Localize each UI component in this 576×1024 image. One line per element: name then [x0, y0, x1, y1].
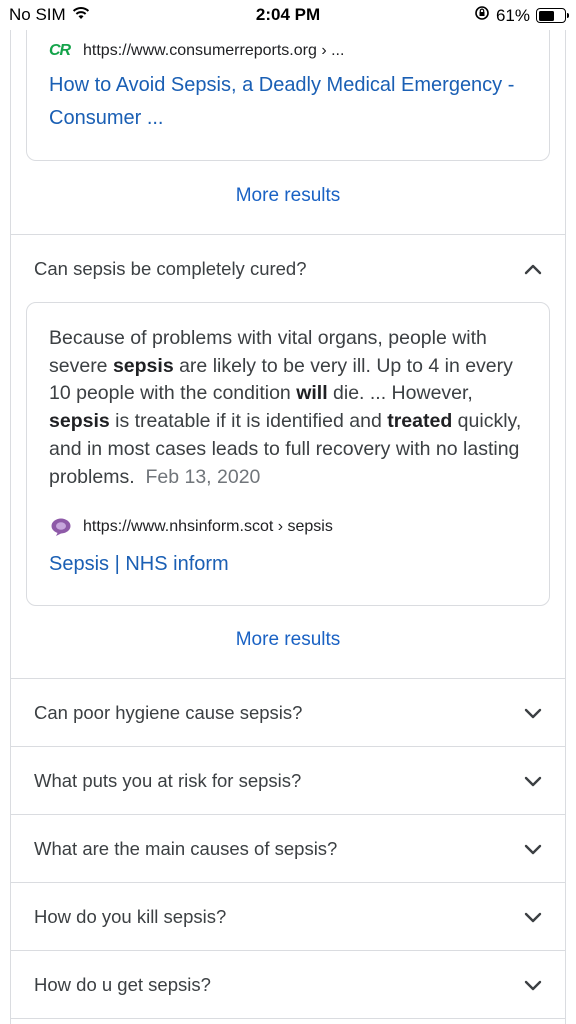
question-can-sepsis-be-cured[interactable]: Can sepsis be completely cured? — [11, 235, 565, 303]
answer-snippet: Because of problems with vital organs, p… — [49, 325, 529, 491]
chevron-up-icon[interactable] — [523, 259, 543, 279]
result-card-consumer-reports: CR https://www.consumerreports.org › ...… — [26, 8, 550, 161]
result-link-title[interactable]: How to Avoid Sepsis, a Deadly Medical Em… — [49, 69, 529, 135]
chevron-down-icon[interactable] — [523, 975, 543, 995]
answer-text: is treatable if it is identified and — [109, 410, 388, 433]
result-title-line-2: Consumer ... — [49, 107, 164, 129]
answer-bold-text: treated — [387, 410, 453, 433]
source-row: https://www.nhsinform.scot › sepsis — [49, 517, 333, 537]
status-right: 61% — [474, 5, 569, 26]
chevron-down-icon[interactable] — [523, 907, 543, 927]
question-text: How do u get sepsis? — [34, 974, 211, 995]
nhs-inform-logo-icon — [49, 517, 73, 537]
answer-bold-text: will — [296, 382, 328, 405]
question-item[interactable]: Can poor hygiene cause sepsis? — [11, 679, 565, 747]
question-item[interactable]: How do you kill sepsis? — [11, 883, 565, 951]
orientation-lock-icon — [474, 5, 490, 26]
source-row: CR https://www.consumerreports.org › ... — [49, 42, 344, 60]
status-bar: No SIM 2:04 PM 61% — [0, 0, 576, 30]
question-text: What puts you at risk for sepsis? — [34, 770, 302, 791]
answer-bold-text: sepsis — [112, 354, 174, 377]
battery-percent: 61% — [495, 5, 530, 25]
source-url[interactable]: https://www.consumerreports.org › ... — [83, 42, 344, 60]
answer-text: die. ... However, — [327, 382, 473, 405]
people-also-ask-panel: CR https://www.consumerreports.org › ...… — [10, 8, 566, 1024]
answer-bold-text: sepsis — [49, 410, 110, 433]
question-text: How do you kill sepsis? — [34, 906, 227, 927]
result-title-line-1: How to Avoid Sepsis, a Deadly Medical Em… — [49, 74, 515, 96]
battery-icon — [536, 8, 569, 23]
more-results-button[interactable]: More results — [11, 629, 565, 651]
chevron-down-icon[interactable] — [523, 703, 543, 723]
chevron-down-icon[interactable] — [523, 839, 543, 859]
question-item[interactable]: What puts you at risk for sepsis? — [11, 747, 565, 815]
question-item[interactable]: What are the main causes of sepsis? — [11, 815, 565, 883]
divider — [11, 1018, 565, 1019]
question-item[interactable]: How do u get sepsis? — [11, 951, 565, 1019]
question-text: Can sepsis be completely cured? — [34, 258, 307, 279]
question-text: What are the main causes of sepsis? — [34, 838, 338, 859]
consumer-reports-logo-icon: CR — [49, 42, 71, 59]
battery-level — [538, 10, 554, 21]
answer-date: Feb 13, 2020 — [145, 465, 261, 488]
more-results-button[interactable]: More results — [11, 185, 565, 207]
source-url[interactable]: https://www.nhsinform.scot › sepsis — [83, 518, 333, 536]
result-link-title[interactable]: Sepsis | NHS inform — [49, 548, 229, 581]
question-text: Can poor hygiene cause sepsis? — [34, 702, 303, 723]
chevron-down-icon[interactable] — [523, 771, 543, 791]
answer-card-nhs: Because of problems with vital organs, p… — [26, 302, 550, 606]
